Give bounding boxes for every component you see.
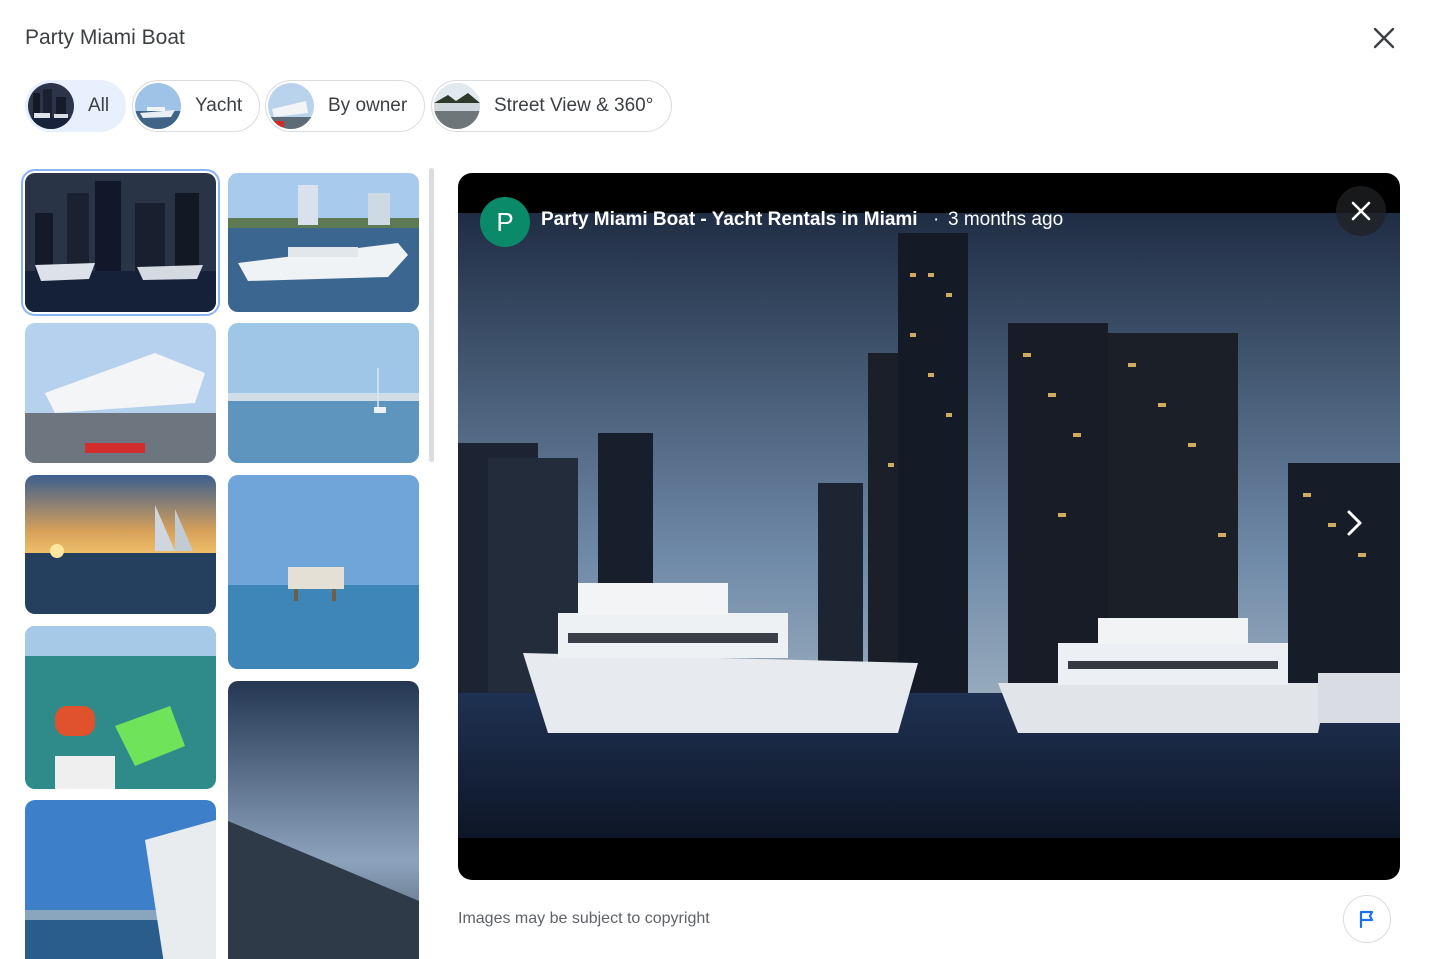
thumbnail-1[interactable] <box>21 169 220 316</box>
chip-street-view[interactable]: Street View & 360° <box>431 80 672 132</box>
author-name[interactable]: Party Miami Boat - Yacht Rentals in Miam… <box>541 209 918 231</box>
close-icon <box>1373 27 1395 49</box>
chevron-right-icon <box>1347 510 1362 536</box>
viewer-close-button[interactable] <box>1336 186 1386 236</box>
author-avatar[interactable]: P <box>480 197 530 247</box>
report-button[interactable] <box>1343 895 1391 943</box>
close-button[interactable] <box>1366 20 1402 56</box>
thumbnail-6[interactable] <box>228 475 419 669</box>
chip-thumbnail <box>268 83 314 129</box>
chip-label: By owner <box>328 95 408 116</box>
page-title: Party Miami Boat <box>25 26 185 49</box>
thumbnail-3[interactable] <box>25 323 216 463</box>
chip-thumbnail <box>28 83 74 129</box>
close-icon <box>1351 201 1371 221</box>
chip-yacht[interactable]: Yacht <box>132 80 260 132</box>
chip-by-owner[interactable]: By owner <box>265 80 425 132</box>
thumbnail-9[interactable] <box>25 800 216 959</box>
posted-time: 3 months ago <box>948 209 1064 230</box>
separator: · <box>933 209 940 230</box>
chip-label: Yacht <box>195 95 243 116</box>
chip-label: All <box>88 95 110 116</box>
grid-scrollbar[interactable] <box>429 168 434 462</box>
thumbnail-4[interactable] <box>228 323 419 463</box>
chip-label: Street View & 360° <box>494 95 654 116</box>
thumbnail-2[interactable] <box>228 173 419 312</box>
chip-thumbnail <box>434 83 480 129</box>
photo-grid <box>0 168 430 959</box>
copyright-notice: Images may be subject to copyright <box>458 910 710 927</box>
chip-all[interactable]: All <box>25 80 126 132</box>
chip-thumbnail <box>135 83 181 129</box>
next-photo-button[interactable] <box>1336 505 1372 541</box>
thumbnail-7[interactable] <box>25 626 216 789</box>
thumbnail-8[interactable] <box>228 681 419 959</box>
flag-icon <box>1359 910 1374 929</box>
photo-viewer: P Party Miami Boat - Yacht Rentals in Mi… <box>458 173 1400 880</box>
main-photo <box>458 213 1400 838</box>
thumbnail-5[interactable] <box>25 475 216 614</box>
